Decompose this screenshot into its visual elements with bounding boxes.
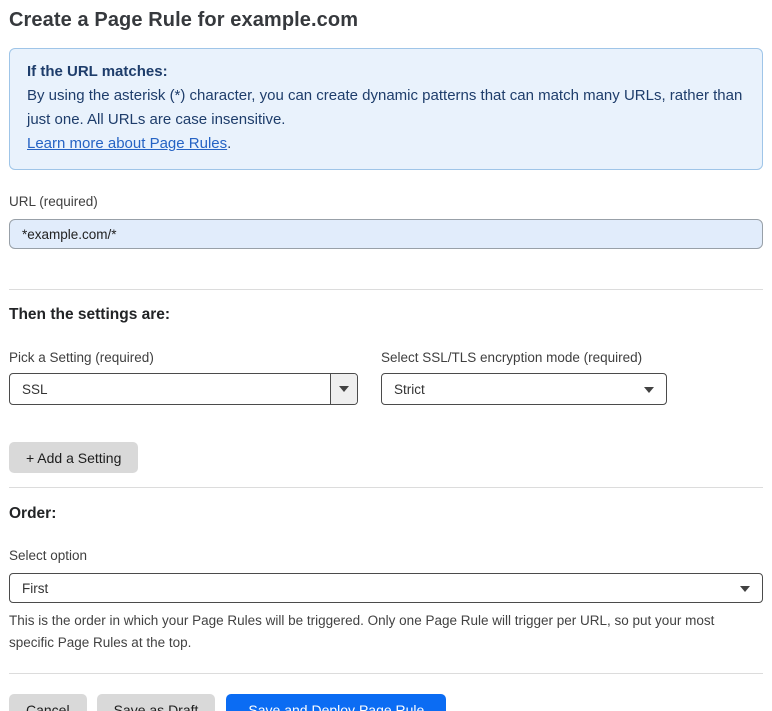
order-select-label: Select option bbox=[9, 548, 88, 563]
add-setting-button[interactable]: + Add a Setting bbox=[9, 442, 139, 473]
order-heading: Order: bbox=[9, 505, 57, 522]
page-title: Create a Page Rule for example.com bbox=[9, 9, 359, 31]
save-draft-button[interactable]: Save as Draft bbox=[96, 694, 216, 711]
footer-buttons: Cancel Save as Draft Save and Deploy Pag… bbox=[9, 694, 763, 711]
caret-down-icon bbox=[339, 386, 349, 392]
settings-heading: Then the settings are: bbox=[9, 306, 171, 323]
setting-select-value: SSL bbox=[22, 381, 48, 397]
info-box-link-row: Learn more about Page Rules. bbox=[27, 132, 745, 156]
settings-row: Pick a Setting (required) SSL Select SSL… bbox=[9, 349, 763, 405]
setting-select[interactable]: SSL bbox=[9, 373, 358, 405]
info-box-heading: If the URL matches: bbox=[27, 63, 168, 80]
order-help-text: This is the order in which your Page Rul… bbox=[9, 613, 715, 650]
url-input[interactable] bbox=[9, 219, 763, 249]
section-divider bbox=[9, 487, 763, 488]
info-box-body: By using the asterisk (*) character, you… bbox=[27, 87, 743, 128]
learn-more-link[interactable]: Learn more about Page Rules bbox=[27, 135, 227, 152]
section-divider bbox=[9, 289, 763, 290]
mode-picker-label: Select SSL/TLS encryption mode (required… bbox=[381, 350, 643, 365]
setting-picker-column: Pick a Setting (required) SSL bbox=[9, 349, 358, 405]
setting-select-caret-button[interactable] bbox=[330, 374, 357, 404]
ssl-mode-select-value: Strict bbox=[394, 381, 425, 397]
ssl-mode-select[interactable]: Strict bbox=[381, 373, 667, 405]
mode-picker-column: Select SSL/TLS encryption mode (required… bbox=[381, 349, 667, 405]
url-label: URL (required) bbox=[9, 194, 98, 209]
link-suffix: . bbox=[227, 135, 232, 152]
create-page-rule-form: Create a Page Rule for example.com If th… bbox=[0, 0, 772, 711]
order-select-value: First bbox=[22, 580, 49, 596]
url-match-info-box: If the URL matches: By using the asteris… bbox=[9, 48, 763, 170]
order-select[interactable]: First bbox=[9, 573, 763, 603]
cancel-button[interactable]: Cancel bbox=[9, 694, 87, 711]
footer-divider bbox=[9, 673, 763, 674]
caret-down-icon bbox=[740, 586, 750, 592]
caret-down-icon bbox=[644, 387, 654, 393]
setting-picker-label: Pick a Setting (required) bbox=[9, 350, 154, 365]
save-deploy-button[interactable]: Save and Deploy Page Rule bbox=[226, 694, 447, 711]
